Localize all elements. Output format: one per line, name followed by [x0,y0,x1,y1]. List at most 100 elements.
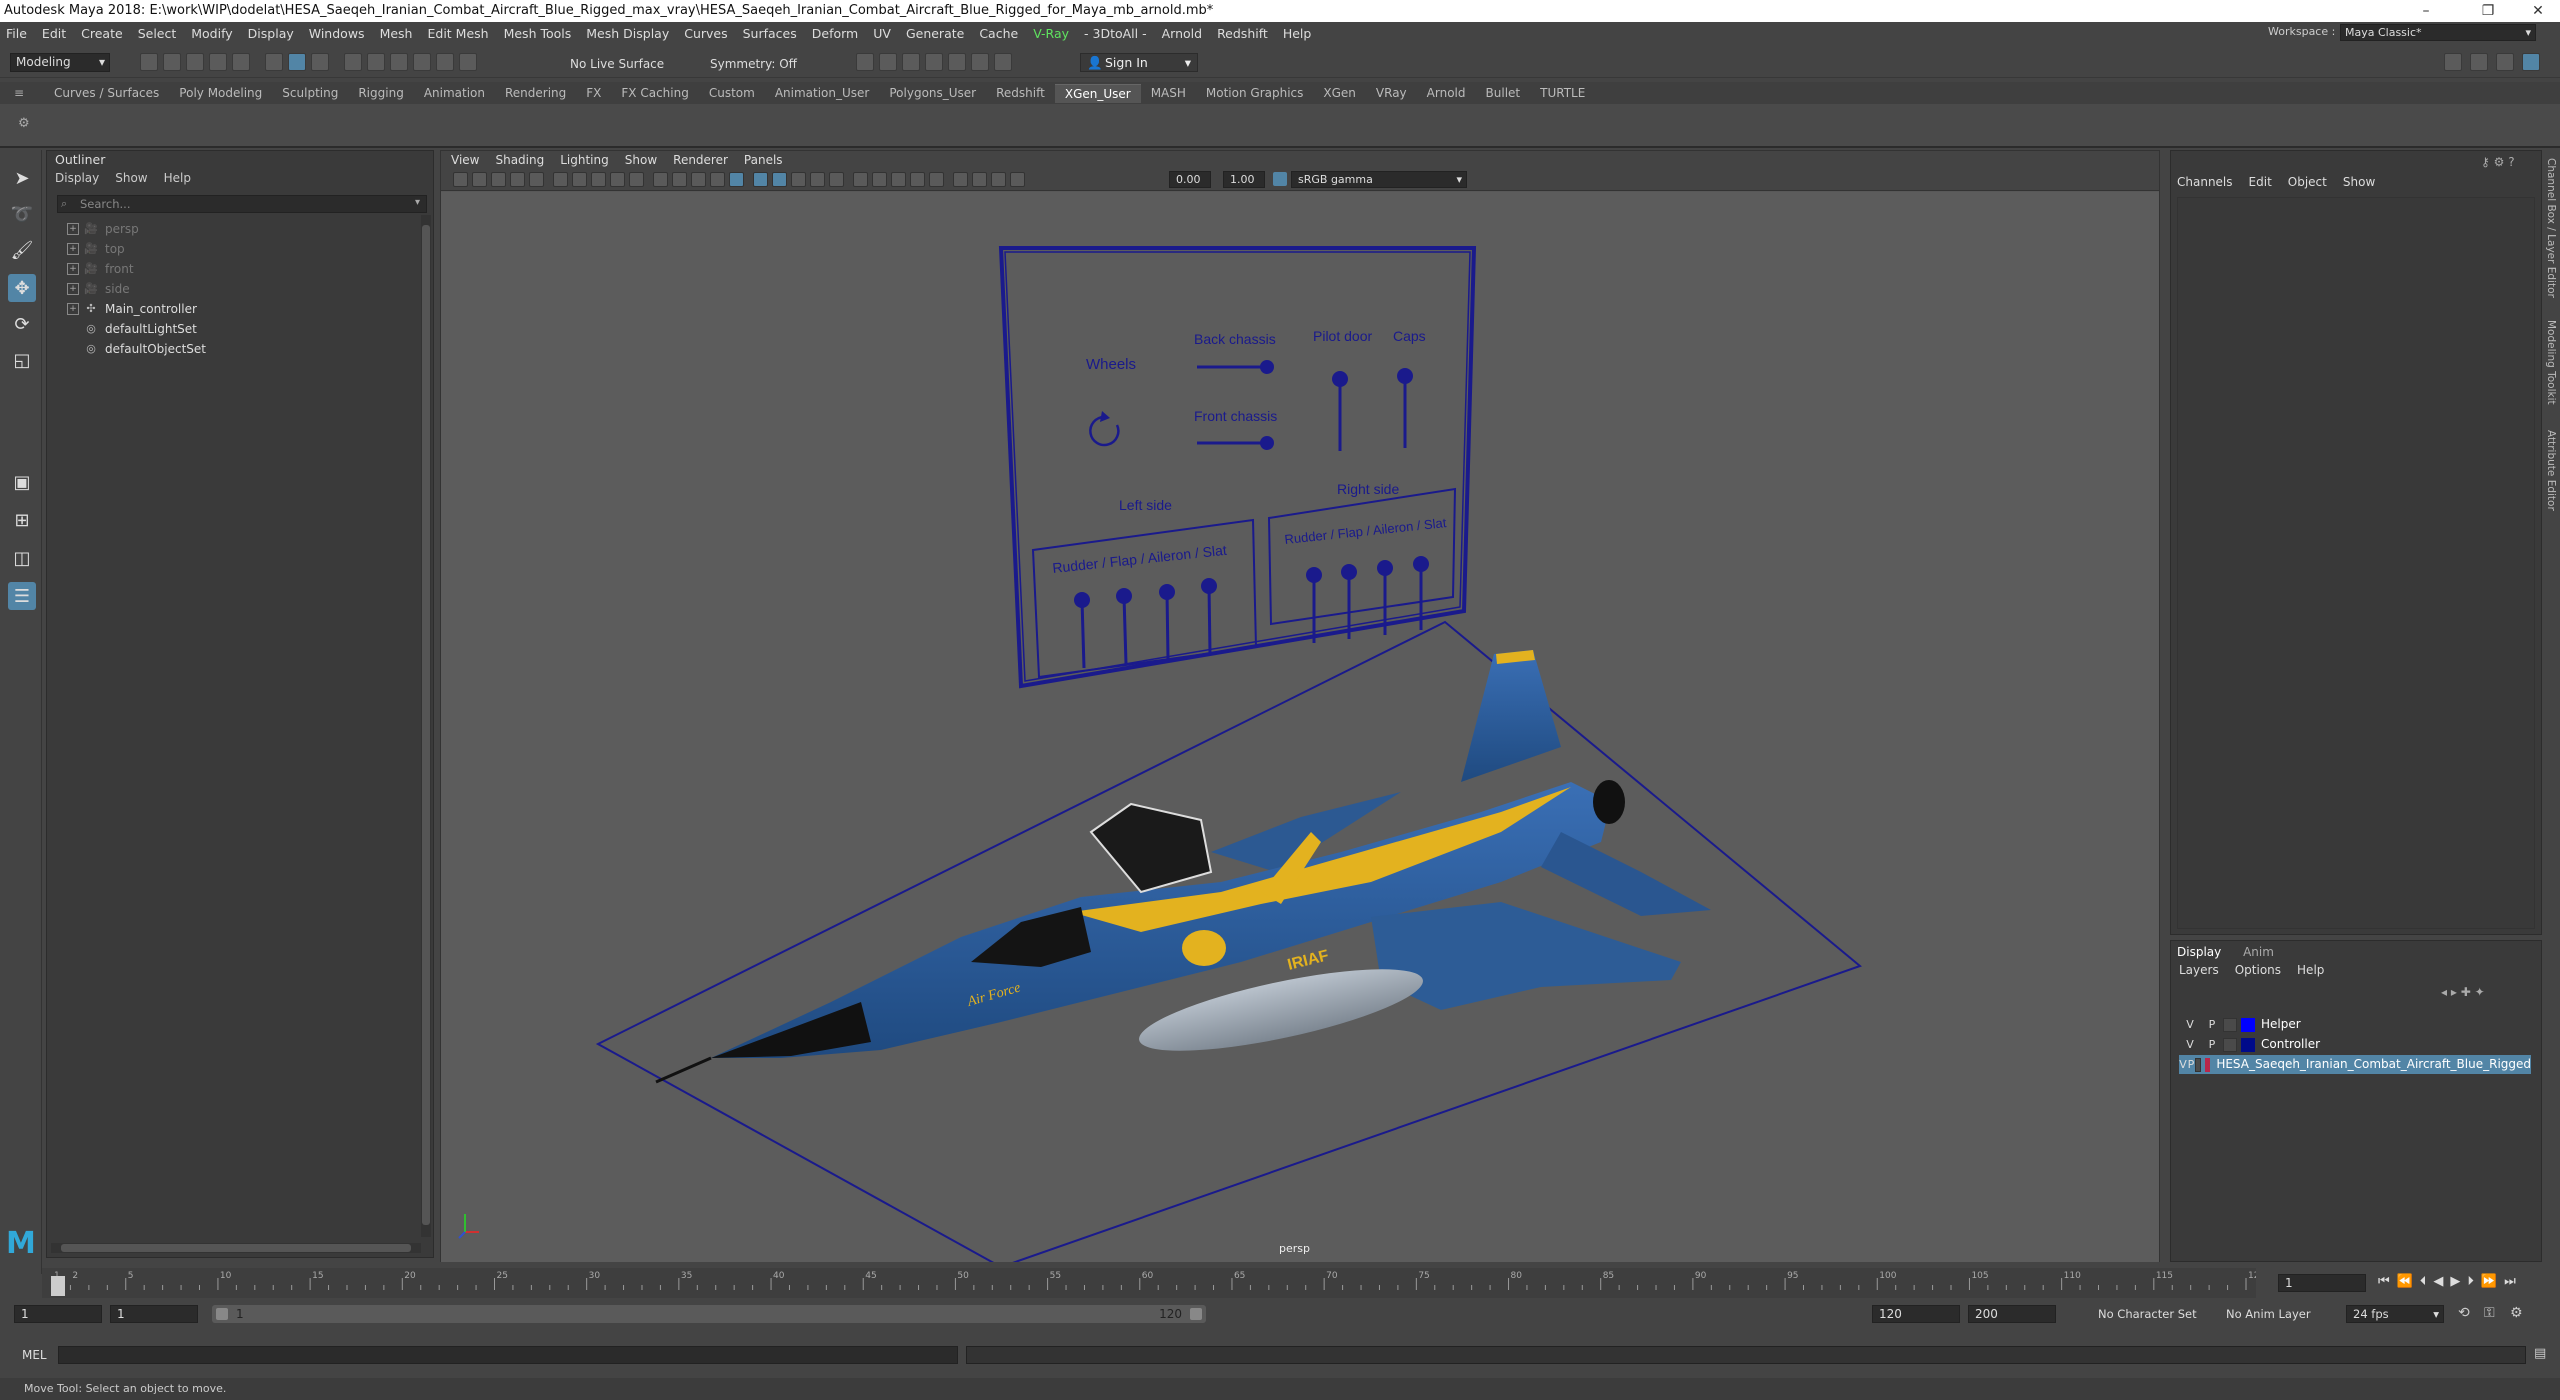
anti-aliasing-icon[interactable] [872,172,887,187]
select-object-icon[interactable] [288,53,306,71]
lasso-tool-icon[interactable]: ➰ [8,200,36,228]
grid-icon[interactable] [572,172,587,187]
toggle-modeling-toolkit-icon[interactable] [2444,53,2462,71]
step-back-key-icon[interactable]: ⏪ [2397,1274,2420,1289]
start-time-field[interactable]: 1 [14,1305,102,1323]
tab-display[interactable]: Display [2177,945,2221,959]
default-material-icon[interactable] [753,172,768,187]
menu-deform[interactable]: Deform [812,26,858,41]
shelf-tab-redshift[interactable]: Redshift [986,84,1055,102]
shadows-icon[interactable] [810,172,825,187]
rotate-tool-icon[interactable]: ⟳ [8,310,36,338]
layer-color-swatch[interactable] [2205,1057,2211,1072]
end-time-field[interactable]: 120 [1872,1305,1960,1323]
layer-playback-toggle[interactable]: P [2187,1055,2195,1074]
script-editor-icon[interactable]: ▤ [2534,1346,2546,1361]
character-set-select[interactable]: No Character Set [2098,1307,2197,1321]
snap-curve-icon[interactable] [367,53,385,71]
safe-action-icon[interactable] [672,172,687,187]
safe-title-icon[interactable] [691,172,706,187]
snap-projected-icon[interactable] [413,53,431,71]
resolution-gate-icon[interactable] [610,172,625,187]
layer-visibility-toggle[interactable]: V [2179,1055,2187,1074]
shelf-tab-fx[interactable]: FX [576,84,611,102]
close-button[interactable]: ✕ [2516,0,2560,22]
depth-of-field-icon[interactable] [891,172,906,187]
control-panel[interactable]: Wheels Back chassis Front chassis Pilot … [998,246,1477,689]
expand-icon[interactable]: + [67,303,79,315]
sign-in-button[interactable]: 👤 Sign In ▾ [1080,53,1198,72]
menu-file[interactable]: File [6,26,27,41]
four-view-icon[interactable]: ⊞ [8,506,36,534]
step-back-frame-icon[interactable]: ⏴ [2420,1274,2434,1289]
autokey-icon[interactable]: ⚿ [2484,1305,2495,1321]
shelf-tab-xgen-user[interactable]: XGen_User [1054,83,1141,103]
textured-icon[interactable] [772,172,787,187]
anim-end-field[interactable]: 200 [1968,1305,2056,1323]
channel-box-area[interactable] [2177,197,2535,929]
shelf-menu-icon[interactable]: ≡ [14,86,32,100]
snap-view-icon[interactable] [436,53,454,71]
slider-handle[interactable] [1413,556,1429,572]
menu-mesh-tools[interactable]: Mesh Tools [504,26,572,41]
select-camera-icon[interactable] [453,172,468,187]
film-gate-icon[interactable] [591,172,606,187]
ipr-render-icon[interactable] [902,53,920,71]
shelf-tab-bullet[interactable]: Bullet [1476,84,1531,102]
outliner-item[interactable]: + 🎥 front [67,259,134,279]
range-handle-right[interactable] [1190,1308,1202,1320]
menu-generate[interactable]: Generate [906,26,964,41]
layer-row[interactable]: V P HESA_Saeqeh_Iranian_Combat_Aircraft_Bl… [2179,1055,2531,1074]
pilot-door-slider-handle[interactable] [1332,371,1348,387]
slider-handle[interactable] [1074,592,1090,608]
live-surface-label[interactable]: No Live Surface [570,57,664,71]
slider-handle[interactable] [1159,584,1175,600]
motion-blur-icon[interactable] [853,172,868,187]
shelf-tab-mash[interactable]: MASH [1141,84,1196,102]
gamma-icon[interactable] [1010,172,1025,187]
channel-box-menu-channels[interactable]: Channels [2177,175,2233,189]
viewport-menu-lighting[interactable]: Lighting [560,153,609,167]
layer-editor-menu-help[interactable]: Help [2297,963,2324,977]
layer-playback-toggle[interactable]: P [2201,1035,2223,1054]
side-tab-attribute-editor[interactable]: Attribute Editor [2545,430,2557,511]
caps-slider-handle[interactable] [1397,368,1413,384]
shelf-tab-rigging[interactable]: Rigging [348,84,413,102]
maximize-button[interactable]: ❐ [2466,0,2510,22]
menuset-select[interactable]: Modeling ▾ [10,53,110,72]
command-input[interactable] [58,1346,958,1364]
help-icon[interactable]: ? [2508,155,2514,169]
2d-pan-zoom-icon[interactable] [529,172,544,187]
key-icon[interactable]: ⚷ [2481,155,2490,169]
image-plane-icon[interactable] [510,172,525,187]
menu-surfaces[interactable]: Surfaces [743,26,797,41]
viewport-menu-renderer[interactable]: Renderer [673,153,728,167]
outliner-menu-show[interactable]: Show [115,171,147,185]
screen-space-ao-icon[interactable] [829,172,844,187]
menu-mesh[interactable]: Mesh [380,26,413,41]
shelf-tab-sculpting[interactable]: Sculpting [272,84,348,102]
slider-handle[interactable] [1201,578,1217,594]
toggle-attribute-editor-icon[interactable] [2470,53,2488,71]
shelf-tab-animation[interactable]: Animation [414,84,495,102]
gate-mask-icon[interactable] [629,172,644,187]
field-chart-icon[interactable] [653,172,668,187]
shelf-tab-rendering[interactable]: Rendering [495,84,576,102]
shelf-tab-curves-surfaces[interactable]: Curves / Surfaces [44,84,169,102]
expand-icon[interactable]: + [67,283,79,295]
gear-icon[interactable]: ⚙ [18,116,30,131]
shelf-tab-xgen[interactable]: XGen [1313,84,1366,102]
grease-pencil-icon[interactable] [553,172,568,187]
save-scene-icon[interactable] [186,53,204,71]
menu-v-ray[interactable]: V-Ray [1033,26,1069,41]
anim-prefs-icon[interactable]: ⚙ [2510,1305,2523,1321]
shelf-tab-polygons-user[interactable]: Polygons_User [879,84,986,102]
new-scene-icon[interactable] [140,53,158,71]
snap-point-icon[interactable] [390,53,408,71]
bookmarks-icon[interactable] [491,172,506,187]
current-frame-field[interactable]: 1 [2278,1274,2366,1292]
slider-handle[interactable] [1377,560,1393,576]
symmetry-label[interactable]: Symmetry: Off [710,57,797,71]
menu-3dtoall[interactable]: - 3DtoAll - [1084,26,1147,41]
shelf-tab-fx-caching[interactable]: FX Caching [611,84,698,102]
